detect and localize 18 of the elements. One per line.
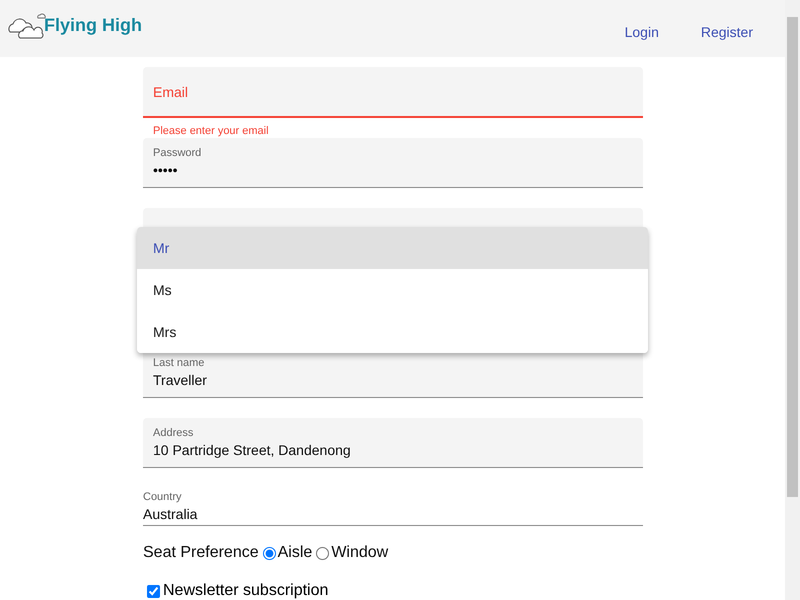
text-field[interactable]: Password ••••• — [143, 138, 643, 188]
country-field[interactable]: Country Australia — [143, 488, 643, 526]
checkbox-label: Newsletter subscription — [163, 582, 328, 600]
radio-label: Aisle — [278, 544, 312, 562]
menu-item[interactable]: Mrs — [137, 311, 648, 353]
scrollbar[interactable] — [785, 0, 800, 600]
newsletter-checkbox[interactable] — [147, 584, 160, 598]
menu-item[interactable]: Ms — [137, 269, 648, 311]
nav-link[interactable]: Login — [612, 22, 671, 42]
seat-preference-label: Seat Preference — [143, 544, 259, 562]
radio-button[interactable] — [316, 546, 330, 560]
radio-label: Window — [331, 544, 388, 562]
radio-button[interactable] — [262, 546, 276, 560]
menu-item[interactable]: Mr — [137, 227, 648, 269]
logo-text: Flying High — [44, 14, 142, 36]
error-message: Please enter your email — [152, 124, 270, 138]
text-field[interactable]: Address 10 Partridge Street, Dandenong — [143, 418, 643, 468]
nav-link[interactable]: Register — [688, 22, 765, 42]
